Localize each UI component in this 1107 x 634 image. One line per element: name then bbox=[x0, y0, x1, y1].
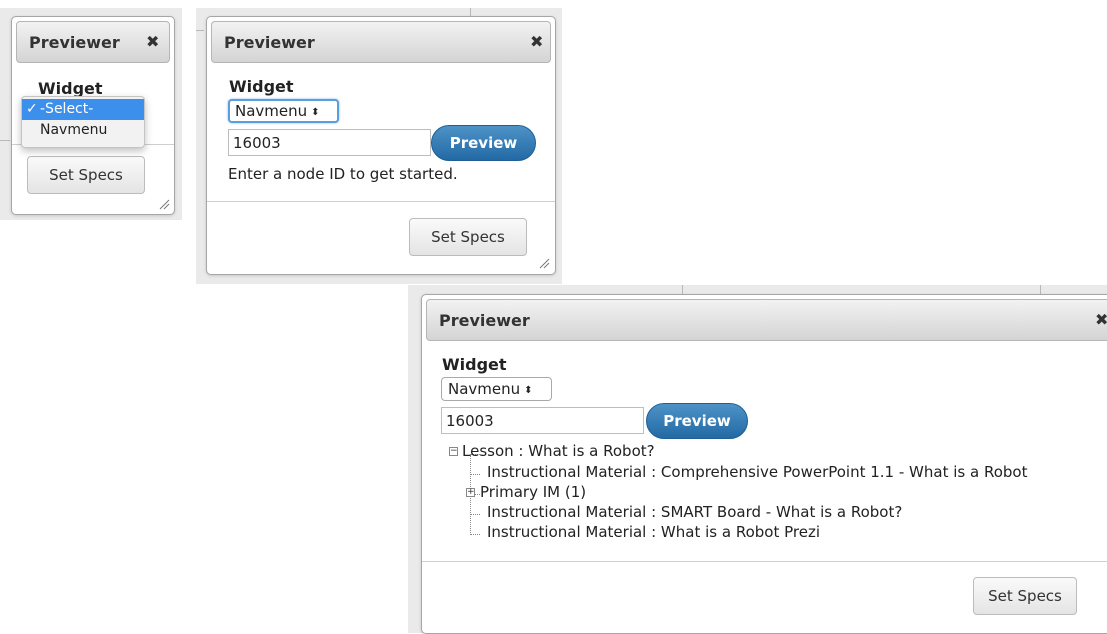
resize-grip-icon[interactable] bbox=[538, 257, 550, 269]
tree-node-label: Lesson : What is a Robot? bbox=[462, 442, 655, 460]
dialog-title: Previewer bbox=[224, 33, 315, 52]
widget-label: Widget bbox=[442, 355, 507, 374]
updown-arrows-icon: ⬍ bbox=[311, 107, 320, 118]
dropdown-option-label: -Select- bbox=[40, 101, 94, 117]
widget-select[interactable]: Navmenu ⬍ bbox=[441, 377, 552, 401]
tree-node-label: Primary IM (1) bbox=[480, 483, 587, 501]
minus-box-icon[interactable]: − bbox=[449, 447, 458, 456]
previewer-dialog-medium: Previewer ✖ Widget Navmenu ⬍ 16003 Previe… bbox=[206, 16, 556, 275]
dialog-titlebar[interactable]: Previewer ✖ bbox=[211, 21, 551, 63]
plus-box-icon[interactable]: + bbox=[466, 488, 475, 497]
node-id-input[interactable]: 16003 bbox=[441, 407, 644, 434]
widget-select-dropdown[interactable]: ✓ -Select- Navmenu bbox=[21, 96, 145, 148]
hint-text: Enter a node ID to get started. bbox=[228, 165, 458, 183]
widget-select[interactable]: Navmenu ⬍ bbox=[228, 99, 339, 123]
tree-connector bbox=[470, 514, 480, 515]
dialog-title: Previewer bbox=[29, 33, 120, 52]
page-grid-line bbox=[0, 140, 10, 141]
dropdown-option-select[interactable]: ✓ -Select- bbox=[22, 99, 144, 120]
tree-node[interactable]: Instructional Material : SMART Board - W… bbox=[487, 502, 902, 522]
footer-separator bbox=[207, 201, 555, 202]
close-icon[interactable]: ✖ bbox=[530, 32, 543, 51]
dialog-title: Previewer bbox=[439, 311, 530, 330]
resize-grip-icon[interactable] bbox=[158, 198, 170, 210]
set-specs-button[interactable]: Set Specs bbox=[409, 218, 527, 256]
set-specs-button[interactable]: Set Specs bbox=[973, 577, 1077, 615]
close-icon[interactable]: ✖ bbox=[146, 32, 159, 51]
page-grid-line bbox=[196, 30, 204, 31]
updown-arrows-icon: ⬍ bbox=[524, 385, 533, 396]
tree-connector bbox=[470, 534, 480, 535]
set-specs-button[interactable]: Set Specs bbox=[27, 156, 145, 194]
node-id-input[interactable]: 16003 bbox=[228, 129, 431, 156]
tree-node-label: Instructional Material : Comprehensive P… bbox=[487, 463, 1028, 481]
tree-connector bbox=[470, 474, 480, 475]
tree-node-label: Instructional Material : What is a Robot… bbox=[487, 523, 820, 541]
tree-node-label: Instructional Material : SMART Board - W… bbox=[487, 503, 903, 521]
close-icon[interactable]: ✖ bbox=[1095, 310, 1107, 329]
dropdown-option-label: Navmenu bbox=[40, 122, 108, 138]
preview-button[interactable]: Preview bbox=[431, 125, 536, 161]
dialog-titlebar[interactable]: Previewer ✖ bbox=[426, 299, 1107, 341]
checkmark-icon: ✓ bbox=[26, 101, 38, 117]
widget-select-value: Navmenu bbox=[235, 102, 308, 120]
previewer-dialog-large: Previewer ✖ Widget Navmenu ⬍ 16003 Previe… bbox=[421, 294, 1107, 634]
dropdown-option-navmenu[interactable]: Navmenu bbox=[22, 120, 144, 141]
tree-node[interactable]: Instructional Material : Comprehensive P… bbox=[487, 462, 1027, 482]
widget-label: Widget bbox=[229, 77, 294, 96]
dialog-titlebar[interactable]: Previewer ✖ bbox=[16, 21, 170, 63]
preview-button[interactable]: Preview bbox=[646, 403, 748, 439]
footer-separator bbox=[422, 561, 1107, 562]
tree-node[interactable]: Instructional Material : What is a Robot… bbox=[487, 522, 820, 542]
widget-select-value: Navmenu bbox=[448, 380, 521, 398]
